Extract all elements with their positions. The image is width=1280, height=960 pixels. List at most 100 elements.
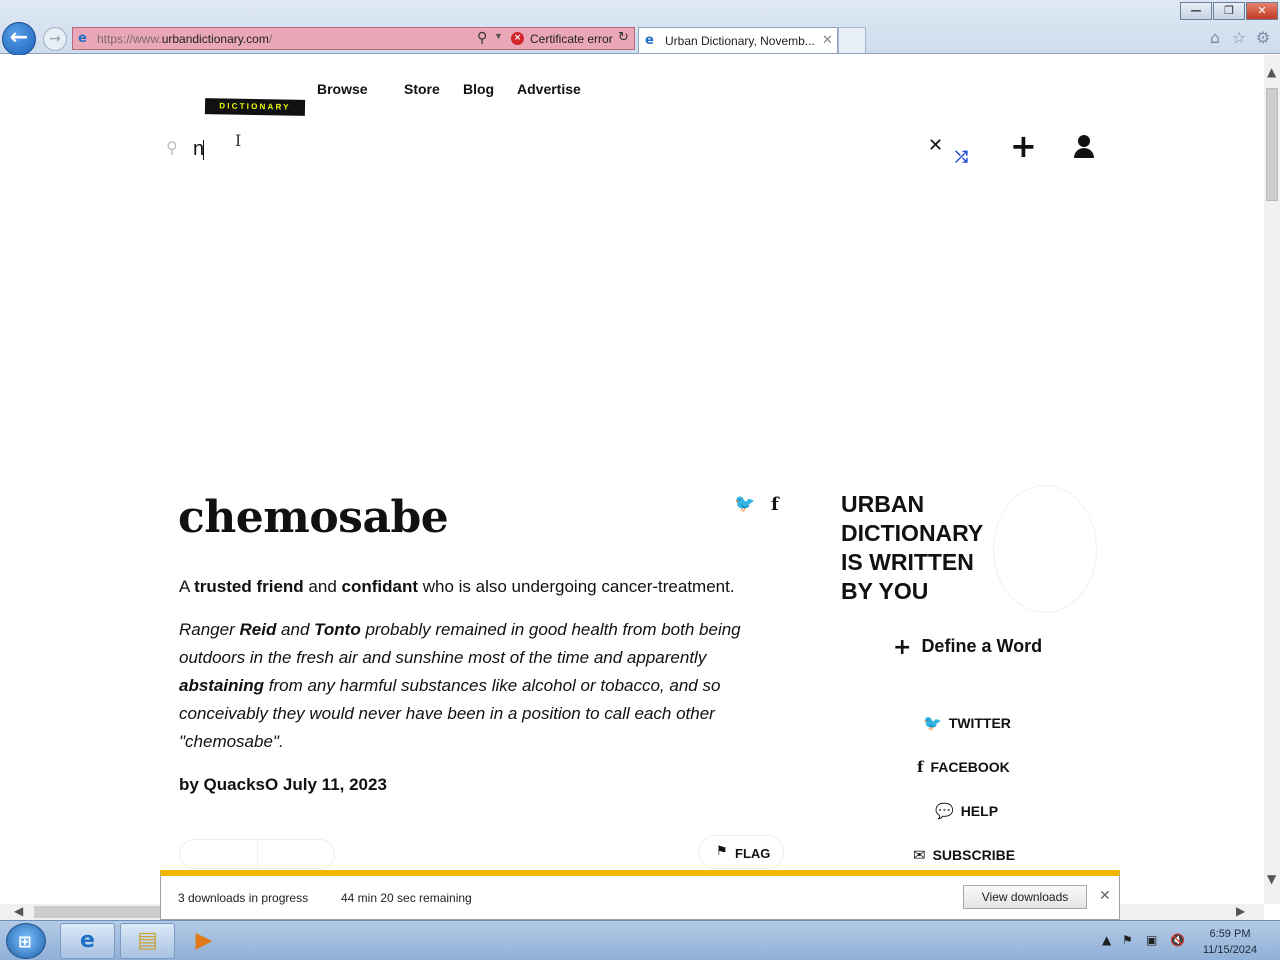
clear-search-icon[interactable]: ✕ bbox=[928, 135, 943, 156]
page-content: DICTIONARY Browse Store Blog Advertise ⚲… bbox=[0, 55, 1264, 904]
browser-chrome: ← → e https://www.urbandictionary.com/ ⚲… bbox=[0, 0, 1280, 56]
chat-bubble-icon: 💬 bbox=[935, 802, 954, 820]
flag-label: FLAG bbox=[735, 846, 771, 861]
tray-expand-icon[interactable]: ▲ bbox=[1102, 933, 1111, 947]
action-center-flag-icon[interactable]: ⚑ bbox=[1122, 933, 1133, 947]
nav-blog[interactable]: Blog bbox=[463, 81, 494, 97]
promo-line: DICTIONARY bbox=[841, 520, 984, 546]
page-icon: e bbox=[78, 31, 87, 46]
promo-illustration bbox=[993, 485, 1097, 613]
scroll-right-icon[interactable]: ▶ bbox=[1236, 904, 1245, 918]
tab-page-icon: e bbox=[645, 33, 654, 48]
tab-title: Urban Dictionary, Novemb... bbox=[665, 34, 815, 48]
define-label: Define a Word bbox=[921, 636, 1043, 656]
example-link[interactable]: Reid bbox=[239, 620, 276, 639]
view-downloads-button[interactable]: View downloads bbox=[963, 885, 1087, 909]
sidebar-link-label: FACEBOOK bbox=[930, 759, 1010, 775]
promo-line: IS WRITTEN bbox=[841, 549, 974, 575]
shuffle-icon[interactable]: ⤮ bbox=[955, 147, 968, 167]
taskbar-media-player-button[interactable]: ▶ bbox=[180, 923, 228, 959]
address-dropdown-icon[interactable]: ▼ bbox=[494, 31, 503, 41]
taskbar-ie-button[interactable]: e bbox=[60, 923, 115, 959]
taskbar: ⊞ e ▤ ▶ ▲ ⚑ ▣ 🔇 6:59 PM 11/15/2024 bbox=[0, 920, 1280, 960]
downloads-remaining: 44 min 20 sec remaining bbox=[341, 891, 472, 905]
search-icon: ⚲ bbox=[166, 138, 178, 157]
user-icon[interactable] bbox=[1073, 135, 1095, 159]
flag-button[interactable]: ⚑ FLAG bbox=[698, 835, 784, 869]
taskbar-explorer-button[interactable]: ▤ bbox=[120, 923, 175, 959]
add-definition-button[interactable]: + bbox=[1010, 127, 1037, 165]
sidebar-link-twitter[interactable]: 🐦 TWITTER bbox=[923, 714, 1011, 732]
define-a-word-button[interactable]: + Define a Word bbox=[893, 635, 1042, 660]
twitter-share-icon[interactable]: 🐦 bbox=[734, 494, 755, 514]
downloads-count: 3 downloads in progress bbox=[178, 891, 309, 905]
gear-icon[interactable]: ⚙ bbox=[1253, 28, 1273, 48]
maximize-button[interactable]: ❐ bbox=[1213, 2, 1245, 20]
vote-buttons[interactable] bbox=[179, 839, 335, 870]
definition-example: Ranger Reid and Tonto probably remained … bbox=[179, 616, 789, 756]
close-icon[interactable]: ✕ bbox=[1099, 888, 1111, 904]
author-byline[interactable]: by QuacksO July 11, 2023 bbox=[179, 775, 387, 795]
sidebar-link-label: SUBSCRIBE bbox=[932, 847, 1016, 863]
windows-logo-icon: ⊞ bbox=[18, 932, 32, 951]
nav-browse[interactable]: Browse bbox=[317, 81, 368, 97]
sidebar-link-subscribe[interactable]: ✉ SUBSCRIBE bbox=[913, 846, 1015, 864]
plus-icon: + bbox=[893, 635, 912, 660]
forward-button[interactable]: → bbox=[43, 27, 67, 51]
text-caret bbox=[203, 140, 204, 160]
nav-advertise[interactable]: Advertise bbox=[517, 81, 581, 97]
system-clock[interactable]: 6:59 PM 11/15/2024 bbox=[1198, 926, 1262, 958]
horizontal-scroll-thumb[interactable] bbox=[34, 906, 164, 918]
example-text: and bbox=[276, 620, 315, 639]
example-link[interactable]: abstaining bbox=[179, 676, 264, 695]
home-icon[interactable]: ⌂ bbox=[1205, 28, 1225, 48]
facebook-share-icon[interactable]: f bbox=[771, 494, 779, 515]
meaning-text: who is also undergoing cancer-treatment. bbox=[418, 577, 735, 596]
vertical-scrollbar[interactable]: ▲ ▼ bbox=[1264, 55, 1280, 904]
search-input[interactable] bbox=[193, 136, 893, 162]
certificate-error-label[interactable]: Certificate error bbox=[530, 32, 613, 46]
close-window-button[interactable]: ✕ bbox=[1246, 2, 1278, 20]
start-button[interactable]: ⊞ bbox=[6, 923, 46, 959]
sidebar-link-label: HELP bbox=[960, 803, 999, 819]
address-search-icon[interactable]: ⚲ bbox=[477, 30, 487, 46]
minimize-button[interactable]: — bbox=[1180, 2, 1212, 20]
clock-date: 11/15/2024 bbox=[1202, 944, 1258, 956]
scroll-left-icon[interactable]: ◀ bbox=[14, 904, 23, 918]
word-title[interactable]: chemosabe bbox=[178, 492, 449, 543]
vertical-scroll-thumb[interactable] bbox=[1266, 88, 1278, 201]
address-bar[interactable]: e https://www.urbandictionary.com/ ⚲ ▼ ×… bbox=[72, 27, 635, 50]
tab-urban-dictionary[interactable]: e Urban Dictionary, Novemb... ✕ bbox=[638, 27, 838, 53]
url-text: https://www.urbandictionary.com/ bbox=[97, 32, 273, 46]
download-notification-bar: 3 downloads in progress 44 min 20 sec re… bbox=[160, 870, 1120, 920]
example-link[interactable]: Tonto bbox=[314, 620, 361, 639]
nav-store[interactable]: Store bbox=[404, 81, 440, 97]
example-text: Ranger bbox=[179, 620, 240, 639]
scroll-down-icon[interactable]: ▼ bbox=[1267, 872, 1276, 886]
volume-muted-icon[interactable]: 🔇 bbox=[1170, 933, 1185, 947]
promo-line: URBAN bbox=[841, 491, 925, 517]
back-button[interactable]: ← bbox=[2, 22, 36, 56]
clock-time: 6:59 PM bbox=[1209, 928, 1251, 940]
network-icon[interactable]: ▣ bbox=[1146, 933, 1157, 947]
facebook-icon: f bbox=[917, 758, 924, 776]
scroll-up-icon[interactable]: ▲ bbox=[1267, 65, 1276, 79]
ibeam-cursor-icon: I bbox=[235, 131, 242, 150]
tab-close-icon[interactable]: ✕ bbox=[822, 32, 833, 48]
promo-heading: URBAN DICTIONARY IS WRITTEN BY YOU bbox=[841, 490, 983, 606]
meaning-link[interactable]: confidant bbox=[342, 577, 419, 596]
meaning-link[interactable]: trusted friend bbox=[194, 577, 304, 596]
refresh-icon[interactable]: ↻ bbox=[618, 30, 629, 45]
definition-meaning: A trusted friend and confidant who is al… bbox=[179, 575, 789, 599]
flag-icon: ⚑ bbox=[716, 844, 728, 859]
star-icon[interactable]: ☆ bbox=[1229, 28, 1249, 48]
certificate-error-icon[interactable]: × bbox=[511, 32, 524, 45]
sidebar-link-help[interactable]: 💬 HELP bbox=[935, 802, 998, 820]
meaning-text: A bbox=[179, 577, 195, 596]
meaning-text: and bbox=[303, 577, 342, 596]
sidebar-link-facebook[interactable]: f FACEBOOK bbox=[917, 758, 1010, 776]
twitter-icon: 🐦 bbox=[923, 714, 942, 732]
envelope-icon: ✉ bbox=[913, 846, 926, 864]
site-logo[interactable]: DICTIONARY bbox=[204, 98, 306, 116]
new-tab-button[interactable] bbox=[838, 27, 866, 53]
